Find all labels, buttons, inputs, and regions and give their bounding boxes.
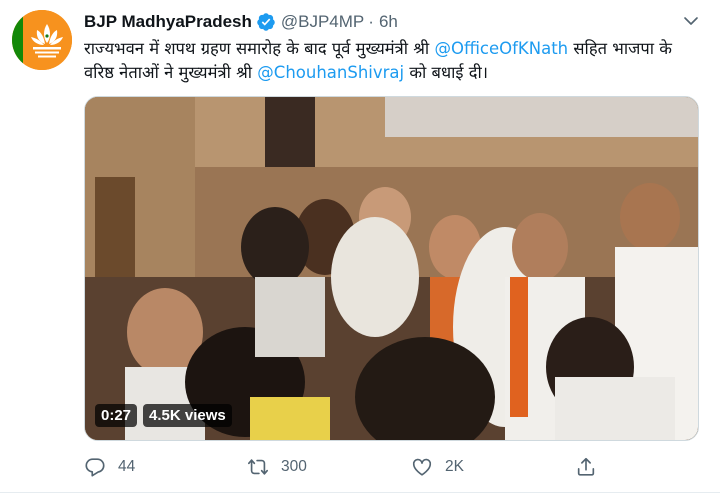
- video-player[interactable]: [84, 96, 699, 441]
- mention-link[interactable]: @OfficeOfKNath: [434, 39, 568, 58]
- tweet-timestamp[interactable]: 6h: [379, 12, 398, 32]
- tweet-card[interactable]: BJP MadhyaPradesh @BJP4MP · 6h राज्यभवन …: [0, 0, 720, 493]
- header-separator: ·: [368, 12, 374, 31]
- retweet-count: 300: [281, 458, 307, 475]
- mention-link[interactable]: @ChouhanShivraj: [257, 63, 404, 82]
- video-overlay: 0:27 4.5K views: [95, 404, 232, 427]
- heart-icon: [412, 458, 432, 476]
- share-icon: [577, 457, 595, 476]
- display-name[interactable]: BJP MadhyaPradesh: [84, 12, 252, 32]
- lotus-logo-icon: [31, 24, 63, 58]
- chevron-down-icon[interactable]: [682, 12, 700, 30]
- tweet-actions: 44 300 2K: [84, 456, 624, 478]
- video-frame: [85, 97, 698, 440]
- retweet-button[interactable]: 300: [247, 456, 307, 478]
- tweet-text-part: को बधाई दी।: [404, 63, 489, 82]
- video-duration: 0:27: [95, 404, 138, 427]
- reply-button[interactable]: 44: [84, 456, 135, 478]
- reply-count: 44: [118, 458, 136, 475]
- reply-icon: [85, 458, 105, 477]
- tweet-header: BJP MadhyaPradesh @BJP4MP · 6h: [84, 11, 398, 33]
- user-handle[interactable]: @BJP4MP: [281, 12, 364, 32]
- tweet-text-part: राज्यभवन में शपथ ग्रहण समारोह के बाद पूर…: [84, 39, 435, 58]
- tweet-text: राज्यभवन में शपथ ग्रहण समारोह के बाद पूर…: [84, 37, 704, 85]
- video-views: 4.5K views: [143, 404, 232, 427]
- verified-badge-icon: [257, 13, 275, 31]
- like-button[interactable]: 2K: [411, 456, 464, 478]
- retweet-icon: [248, 459, 268, 475]
- share-button[interactable]: [575, 456, 597, 478]
- avatar[interactable]: [12, 10, 72, 70]
- like-count: 2K: [445, 458, 464, 475]
